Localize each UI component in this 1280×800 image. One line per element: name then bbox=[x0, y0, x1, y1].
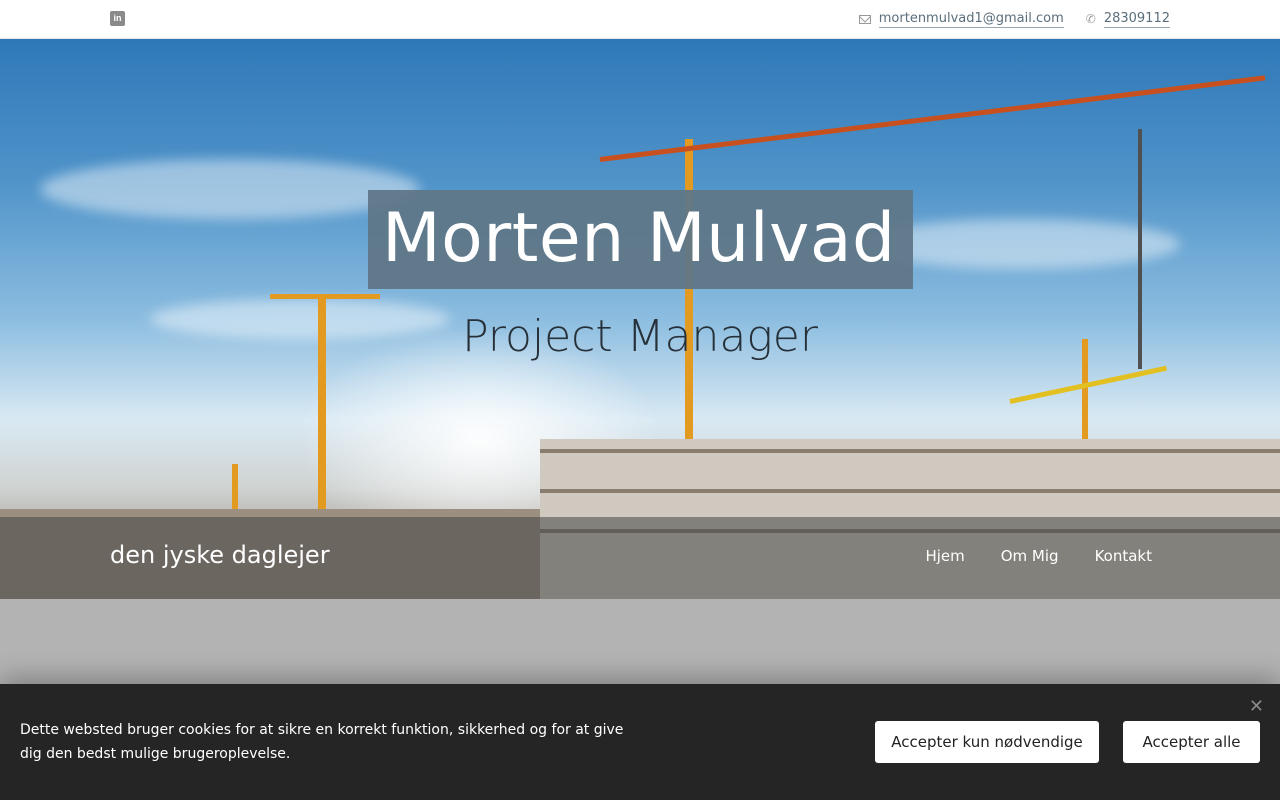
main-nav: Hjem Om Mig Kontakt bbox=[925, 547, 1152, 565]
building-floor bbox=[540, 449, 1280, 453]
crane-jib bbox=[599, 75, 1266, 162]
close-icon[interactable]: ✕ bbox=[1249, 698, 1264, 716]
page-subtitle: Project Manager bbox=[462, 311, 818, 362]
phone-contact: ✆ 28309112 bbox=[1086, 11, 1170, 28]
email-contact: mortenmulvad1@gmail.com bbox=[858, 11, 1064, 28]
phone-link[interactable]: 28309112 bbox=[1103, 11, 1170, 28]
accept-necessary-button[interactable]: Accepter kun nødvendige bbox=[875, 721, 1099, 763]
page-title: Morten Mulvad bbox=[382, 199, 896, 278]
cookie-text: Dette websted bruger cookies for at sikr… bbox=[20, 722, 624, 762]
phone-icon: ✆ bbox=[1085, 12, 1096, 26]
nav-item-kontakt[interactable]: Kontakt bbox=[1095, 547, 1152, 565]
crane-jib bbox=[1009, 365, 1168, 404]
email-link[interactable]: mortenmulvad1@gmail.com bbox=[878, 11, 1064, 28]
nav-item-om-mig[interactable]: Om Mig bbox=[1001, 547, 1059, 565]
hero-section: Morten Mulvad Project Manager den jyske … bbox=[0, 39, 1280, 599]
navigation-bar: den jyske daglejer Hjem Om Mig Kontakt bbox=[0, 517, 1280, 599]
crane-jib bbox=[270, 294, 380, 299]
contact-info: mortenmulvad1@gmail.com ✆ 28309112 bbox=[858, 0, 1170, 38]
building-floor bbox=[540, 489, 1280, 493]
site-brand[interactable]: den jyske daglejer bbox=[110, 541, 330, 569]
mail-icon bbox=[858, 14, 871, 24]
cookie-banner: Dette websted bruger cookies for at sikr… bbox=[0, 684, 1280, 800]
top-bar: in mortenmulvad1@gmail.com ✆ 28309112 bbox=[0, 0, 1280, 39]
accept-all-button[interactable]: Accepter alle bbox=[1123, 721, 1260, 763]
cloud bbox=[40, 159, 420, 219]
nav-item-hjem[interactable]: Hjem bbox=[925, 547, 964, 565]
linkedin-icon[interactable]: in bbox=[110, 11, 125, 26]
